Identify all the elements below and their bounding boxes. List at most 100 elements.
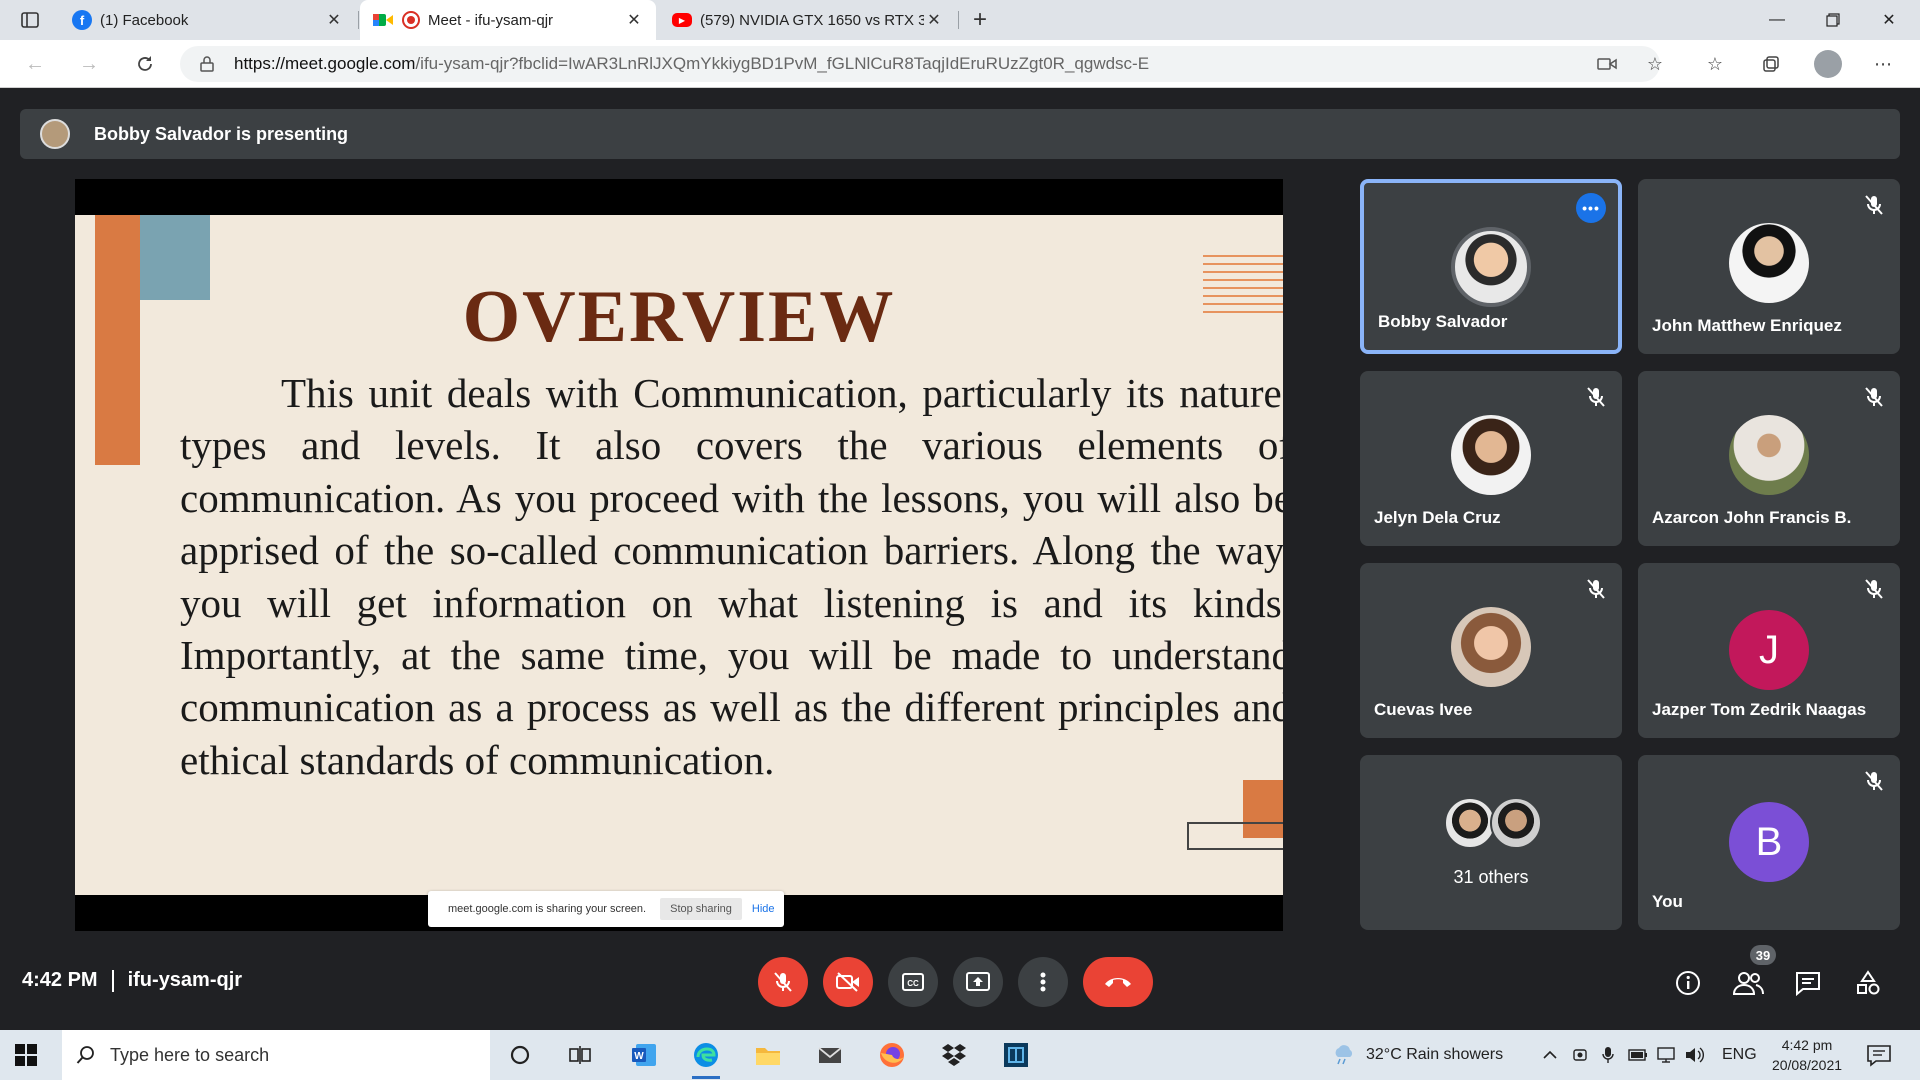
present-screen-icon <box>966 972 990 991</box>
mic-off-icon <box>774 972 792 992</box>
tab-meet[interactable]: Meet - ifu-ysam-qjr ✕ <box>360 0 656 40</box>
profile-avatar[interactable] <box>1814 50 1842 78</box>
camera-off-icon <box>836 972 859 992</box>
tab-facebook[interactable]: f (1) Facebook ✕ <box>60 0 356 40</box>
svg-text:W: W <box>634 1051 644 1062</box>
tab-actions-icon[interactable] <box>18 8 42 32</box>
close-tab-icon[interactable]: ✕ <box>624 10 644 30</box>
meeting-info: 4:42 PM ifu-ysam-qjr <box>22 969 242 992</box>
edge-app-icon[interactable] <box>688 1037 724 1079</box>
address-toolbar: ← → https://meet.google.com/ifu-ysam-qjr… <box>0 40 1920 88</box>
favorites-icon[interactable]: ☆ <box>1700 50 1730 78</box>
self-tile[interactable]: B You <box>1638 755 1900 930</box>
search-placeholder: Type here to search <box>110 1044 270 1065</box>
maximize-icon[interactable] <box>1806 0 1860 40</box>
network-icon[interactable] <box>1656 1030 1676 1080</box>
forward-icon[interactable]: → <box>74 50 104 78</box>
participant-photo <box>1729 223 1809 303</box>
shared-slide: OVERVIEW This unit deals with Communicat… <box>75 215 1283 895</box>
activities-button[interactable] <box>1852 967 1884 999</box>
microphone-tray-icon[interactable] <box>1602 1030 1614 1080</box>
back-icon[interactable]: ← <box>20 50 50 78</box>
participant-photo <box>1451 227 1531 307</box>
participant-initial-avatar: J <box>1729 610 1809 690</box>
mic-toggle-button[interactable] <box>758 957 808 1007</box>
word-app-icon[interactable]: W <box>626 1037 662 1073</box>
taskbar-clock[interactable]: 4:42 pm 20/08/2021 <box>1762 1035 1852 1075</box>
camera-in-use-icon[interactable] <box>1592 50 1622 78</box>
tray-chevron-icon[interactable] <box>1542 1030 1558 1080</box>
participant-tile[interactable]: Azarcon John Francis B. <box>1638 371 1900 546</box>
muted-mic-icon <box>1865 579 1883 599</box>
battery-icon[interactable] <box>1628 1030 1648 1080</box>
tab-youtube[interactable]: ▶ (579) NVIDIA GTX 1650 vs RTX 3050 Ti ✕ <box>660 0 956 40</box>
slide-title: OVERVIEW <box>462 276 896 358</box>
participant-tile[interactable]: John Matthew Enriquez <box>1638 179 1900 354</box>
camera-toggle-button[interactable] <box>823 957 873 1007</box>
youtube-icon: ▶ <box>672 13 692 27</box>
participant-tile[interactable]: J Jazper Tom Zedrik Naagas <box>1638 563 1900 738</box>
refresh-icon[interactable] <box>130 50 160 78</box>
volume-icon[interactable] <box>1684 1030 1706 1080</box>
participant-tile[interactable]: ••• Bobby Salvador <box>1360 179 1622 354</box>
vertical-dots-icon <box>1040 972 1046 992</box>
chat-button[interactable] <box>1792 967 1824 999</box>
stop-sharing-button[interactable]: Stop sharing <box>660 898 742 920</box>
minimize-icon[interactable]: — <box>1750 0 1804 40</box>
new-tab-button[interactable]: + <box>966 6 994 34</box>
url-field[interactable]: https://meet.google.com/ifu-ysam-qjr?fbc… <box>180 46 1660 82</box>
clock-date: 20/08/2021 <box>1771 1057 1843 1073</box>
activities-icon <box>1857 970 1880 995</box>
meeting-code: ifu-ysam-qjr <box>127 969 243 991</box>
others-count-label: 31 others <box>1453 867 1529 887</box>
participant-tile[interactable]: Jelyn Dela Cruz <box>1360 371 1622 546</box>
meeting-details-button[interactable] <box>1672 967 1704 999</box>
people-count-badge: 39 <box>1750 945 1776 965</box>
taskbar-search[interactable]: Type here to search <box>62 1030 490 1080</box>
store-app-icon[interactable] <box>998 1037 1034 1073</box>
search-icon <box>76 1046 94 1064</box>
more-menu-icon[interactable]: ⋯ <box>1868 50 1898 78</box>
input-language[interactable]: ENG <box>1722 1030 1757 1080</box>
participant-photo <box>1451 415 1531 495</box>
hide-notice-button[interactable]: Hide <box>752 903 775 915</box>
leave-call-button[interactable] <box>1083 957 1153 1007</box>
close-window-icon[interactable]: ✕ <box>1862 0 1916 40</box>
share-notice-text: meet.google.com is sharing your screen. <box>448 903 647 915</box>
weather-widget[interactable]: 32°C Rain showers <box>1332 1030 1503 1080</box>
participant-name: Jazper Tom Zedrik Naagas <box>1652 700 1867 719</box>
close-tab-icon[interactable]: ✕ <box>924 10 944 30</box>
participant-tile[interactable]: Cuevas Ivee <box>1360 563 1622 738</box>
muted-mic-icon <box>1587 387 1605 407</box>
more-options-button[interactable] <box>1018 957 1068 1007</box>
file-explorer-icon[interactable] <box>750 1037 786 1073</box>
muted-mic-icon <box>1865 771 1883 791</box>
participant-photo <box>1729 415 1809 495</box>
people-button[interactable] <box>1732 967 1764 999</box>
windows-start-icon[interactable] <box>14 1043 38 1067</box>
add-favorite-icon[interactable]: ☆ <box>1640 50 1670 78</box>
muted-mic-icon <box>1865 195 1883 215</box>
tab-label: (1) Facebook <box>100 11 189 29</box>
participant-photo <box>1490 797 1542 849</box>
notifications-icon[interactable] <box>1866 1043 1892 1067</box>
tab-divider <box>358 11 359 29</box>
collections-icon[interactable] <box>1756 50 1786 78</box>
more-options-icon[interactable]: ••• <box>1576 193 1606 223</box>
google-meet-icon <box>372 10 394 30</box>
present-now-button[interactable] <box>953 957 1003 1007</box>
dropbox-app-icon[interactable] <box>936 1037 972 1073</box>
cortana-icon[interactable] <box>502 1037 538 1073</box>
presenter-avatar <box>40 119 70 149</box>
presenting-text: Bobby Salvador is presenting <box>94 123 349 144</box>
close-tab-icon[interactable]: ✕ <box>324 10 344 30</box>
captions-button[interactable]: CC <box>888 957 938 1007</box>
task-view-icon[interactable] <box>562 1037 598 1073</box>
mail-app-icon[interactable] <box>812 1037 848 1073</box>
camera-tray-icon[interactable] <box>1572 1030 1588 1080</box>
weather-text: 32°C Rain showers <box>1366 1046 1504 1063</box>
others-tile[interactable]: 31 others <box>1360 755 1622 930</box>
rain-cloud-icon <box>1335 1045 1353 1065</box>
slide-body-text: This unit deals with Communication, part… <box>180 370 1283 783</box>
firefox-app-icon[interactable] <box>874 1037 910 1073</box>
